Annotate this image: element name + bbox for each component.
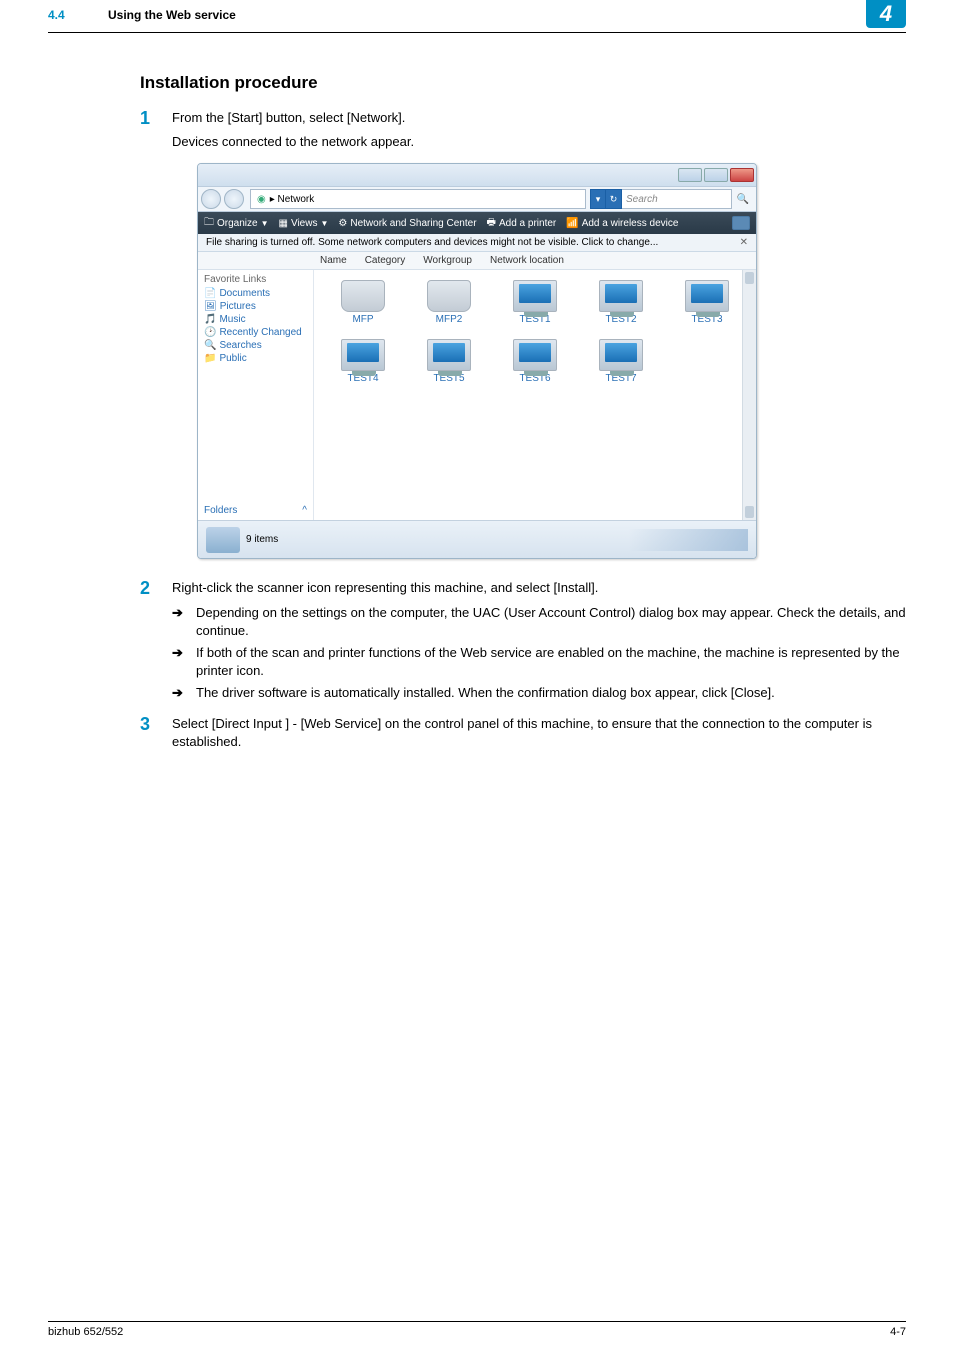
status-text: 9 items [246, 534, 278, 545]
search-split-button[interactable]: ↻ [606, 189, 622, 209]
step-number: 3 [140, 715, 172, 751]
footer-product: bizhub 652/552 [48, 1326, 123, 1338]
bullet-item: ➔ The driver software is automatically i… [172, 684, 906, 702]
arrow-icon: ➔ [172, 684, 196, 702]
step-1-subtext: Devices connected to the network appear. [172, 133, 906, 151]
info-bar[interactable]: File sharing is turned off. Some network… [198, 234, 756, 252]
scroll-down-icon[interactable] [745, 506, 754, 518]
step-text: Right-click the scanner icon representin… [172, 579, 906, 597]
device-test5[interactable]: TEST5 [414, 339, 484, 384]
network-icon: ◉ [257, 194, 266, 205]
sidebar: Favorite Links 📄Documents 🖼Pictures 🎵Mus… [198, 270, 314, 520]
column-headers: Name Category Workgroup Network location [198, 252, 756, 270]
folders-toggle[interactable]: Folders [204, 505, 237, 516]
add-printer-button[interactable]: 🖶Add a printer [487, 215, 557, 232]
device-test7[interactable]: TEST7 [586, 339, 656, 384]
device-mfp[interactable]: MFP [328, 280, 398, 325]
device-test6[interactable]: TEST6 [500, 339, 570, 384]
sidebar-item-recent[interactable]: 🕑Recently Changed [204, 327, 307, 338]
add-wireless-button[interactable]: 📶Add a wireless device [566, 218, 678, 229]
sidebar-header: Favorite Links [204, 274, 307, 285]
scroll-up-icon[interactable] [745, 272, 754, 284]
sidebar-item-music[interactable]: 🎵Music [204, 314, 307, 325]
computer-icon [513, 339, 557, 371]
computer-icon [685, 280, 729, 312]
sidebar-item-pictures[interactable]: 🖼Pictures [204, 301, 307, 312]
recent-icon: 🕑 [204, 327, 216, 338]
bullet-text: Depending on the settings on the compute… [196, 604, 906, 640]
help-button[interactable] [732, 216, 750, 230]
printer-icon [427, 280, 471, 312]
computer-icon [513, 280, 557, 312]
device-mfp2[interactable]: MFP2 [414, 280, 484, 325]
section-number: 4.4 [48, 8, 108, 22]
device-grid: MFP MFP2 TEST1 TEST2 TEST3 TEST4 TEST5 T… [314, 270, 756, 520]
refresh-button[interactable]: ▾ [590, 189, 606, 209]
step-3: 3 Select [Direct Input ] - [Web Service]… [140, 715, 906, 751]
step-text: Select [Direct Input ] - [Web Service] o… [172, 715, 906, 751]
arrow-icon: ➔ [172, 644, 196, 680]
procedure-title: Installation procedure [140, 73, 906, 93]
network-center-button[interactable]: ⚙Network and Sharing Center [338, 218, 476, 229]
music-icon: 🎵 [204, 314, 216, 325]
info-bar-text: File sharing is turned off. Some network… [206, 237, 658, 248]
device-test2[interactable]: TEST2 [586, 280, 656, 325]
col-name[interactable]: Name [320, 255, 347, 266]
nav-forward-button[interactable] [224, 189, 244, 209]
col-location[interactable]: Network location [490, 255, 564, 266]
device-test4[interactable]: TEST4 [328, 339, 398, 384]
network-window: ◉ ▸ Network ▾ ↻ Search 🔍 🗀Organize▼ ▦Vie… [197, 163, 757, 559]
nav-back-button[interactable] [201, 189, 221, 209]
section-title: Using the Web service [108, 8, 866, 22]
views-menu[interactable]: ▦Views▼ [279, 218, 329, 229]
device-test3[interactable]: TEST3 [672, 280, 742, 325]
computer-icon [427, 339, 471, 371]
step-text: From the [Start] button, select [Network… [172, 109, 906, 127]
search-input[interactable]: Search [622, 189, 732, 209]
status-fade [628, 529, 748, 551]
sidebar-item-searches[interactable]: 🔍Searches [204, 340, 307, 351]
printer-icon [341, 280, 385, 312]
close-button[interactable] [730, 168, 754, 182]
window-titlebar [198, 164, 756, 186]
col-workgroup[interactable]: Workgroup [423, 255, 472, 266]
footer-page: 4-7 [890, 1326, 906, 1338]
breadcrumb[interactable]: ◉ ▸ Network [250, 189, 586, 209]
bullet-item: ➔ If both of the scan and printer functi… [172, 644, 906, 680]
vertical-scrollbar[interactable] [742, 270, 756, 520]
search-folder-icon: 🔍 [204, 340, 216, 351]
step-1: 1 From the [Start] button, select [Netwo… [140, 109, 906, 127]
col-category[interactable]: Category [365, 255, 406, 266]
device-test1[interactable]: TEST1 [500, 280, 570, 325]
public-icon: 📁 [204, 353, 216, 364]
search-icon[interactable]: 🔍 [734, 194, 752, 205]
breadcrumb-label: ▸ Network [270, 194, 315, 205]
sidebar-item-public[interactable]: 📁Public [204, 353, 307, 364]
info-bar-close-icon[interactable]: ✕ [740, 237, 748, 248]
computer-icon [341, 339, 385, 371]
organize-menu[interactable]: 🗀Organize▼ [204, 215, 269, 232]
arrow-icon: ➔ [172, 604, 196, 640]
computer-icon [599, 280, 643, 312]
toolbar: 🗀Organize▼ ▦Views▼ ⚙Network and Sharing … [198, 212, 756, 234]
step-number: 2 [140, 579, 172, 597]
folder-icon: 📄 [204, 288, 216, 299]
chevron-up-icon[interactable]: ^ [302, 505, 307, 516]
chapter-badge: 4 [866, 0, 906, 28]
step-2: 2 Right-click the scanner icon represent… [140, 579, 906, 597]
pictures-icon: 🖼 [204, 301, 217, 312]
status-bar: 9 items [198, 520, 756, 558]
bullet-text: If both of the scan and printer function… [196, 644, 906, 680]
maximize-button[interactable] [704, 168, 728, 182]
bullet-text: The driver software is automatically ins… [196, 684, 906, 702]
minimize-button[interactable] [678, 168, 702, 182]
step-number: 1 [140, 109, 172, 127]
sidebar-item-documents[interactable]: 📄Documents [204, 288, 307, 299]
computer-icon [599, 339, 643, 371]
status-icon [206, 527, 240, 553]
bullet-item: ➔ Depending on the settings on the compu… [172, 604, 906, 640]
